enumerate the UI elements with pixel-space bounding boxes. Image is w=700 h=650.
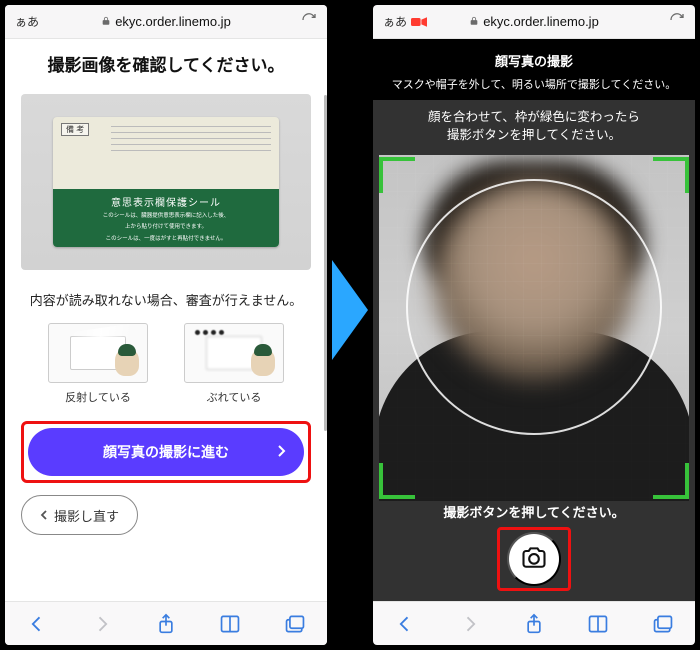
flow-arrow-icon [332,260,368,360]
nav-forward-icon [459,613,481,635]
bad-examples: 反射している ぶれている [19,323,313,405]
card-lines [111,121,271,156]
card-green-line2: 上から貼り付けて使用できます。 [53,223,279,231]
selfie-tip2b: 撮影ボタンを押してください。 [373,126,695,144]
selfie-tip2a: 顔を合わせて、枠が緑色に変わったら [373,108,695,126]
address-bar: ぁあ ekyc.order.linemo.jp [5,5,327,39]
proceed-label: 顔写真の撮影に進む [103,442,229,462]
page-title: 撮影画像を確認してください。 [19,51,313,76]
url-display[interactable]: ekyc.order.linemo.jp [469,14,599,29]
shutter-button[interactable] [507,532,561,586]
nav-back-icon[interactable] [394,613,416,635]
share-icon[interactable] [155,613,177,635]
card-green-line1: このシールは、臓器提供意思表示欄に記入した後、 [53,212,279,220]
example-reflect: 反射している [48,323,148,405]
retake-button[interactable]: 撮影し直す [21,495,138,535]
chevron-right-icon [276,444,286,460]
tabs-icon[interactable] [284,613,306,635]
url-text: ekyc.order.linemo.jp [115,14,231,29]
phone-left: ぁあ ekyc.order.linemo.jp 撮影画像を確認してください。 備… [5,5,327,645]
face-guide-circle [406,179,662,435]
lock-icon [101,14,111,29]
url-text: ekyc.order.linemo.jp [483,14,599,29]
reflect-thumb [48,323,148,383]
card-top-label: 備 考 [61,123,89,136]
phone-right: ぁあ ekyc.order.linemo.jp 顔写真の撮影 マスクや帽子を外し… [373,5,695,645]
highlight-proceed: 顔写真の撮影に進む [21,421,311,483]
nav-back-icon[interactable] [26,613,48,635]
text-size-control[interactable]: ぁあ [15,13,39,30]
safari-bottom-nav [373,601,695,645]
blurry-label: ぶれている [184,389,284,405]
lock-icon [469,14,479,29]
text-size-control[interactable]: ぁあ [383,13,407,30]
recording-indicator-icon [411,16,427,28]
tabs-icon[interactable] [652,613,674,635]
refresh-icon[interactable] [301,12,317,31]
retake-label: 撮影し直す [54,506,119,525]
confirm-screen: 撮影画像を確認してください。 備 考 意思表示欄保護シール このシールは、臓器提… [5,39,327,601]
selfie-capture-screen: 顔写真の撮影 マスクや帽子を外して、明るい場所で撮影してください。 顔を合わせて… [373,39,695,601]
captured-image-preview: 備 考 意思表示欄保護シール このシールは、臓器提供意思表示欄に記入した後、 上… [21,94,311,270]
nav-forward-icon [91,613,113,635]
address-bar: ぁあ ekyc.order.linemo.jp [373,5,695,39]
blurry-thumb [184,323,284,383]
camera-icon [520,546,548,573]
bookmarks-icon[interactable] [219,613,241,635]
card-green-title: 意思表示欄保護シール [53,194,279,209]
press-instruction: 撮影ボタンを押してください。 [373,502,695,521]
document-card: 備 考 意思表示欄保護シール このシールは、臓器提供意思表示欄に記入した後、 上… [53,117,279,247]
selfie-title: 顔写真の撮影 [373,39,695,76]
safari-bottom-nav [5,601,327,645]
reflect-label: 反射している [48,389,148,405]
share-icon[interactable] [523,613,545,635]
proceed-face-photo-button[interactable]: 顔写真の撮影に進む [28,428,304,476]
scrollbar[interactable] [324,95,327,431]
refresh-icon[interactable] [669,12,685,31]
card-green-band: 意思表示欄保護シール このシールは、臓器提供意思表示欄に記入した後、 上から貼り… [53,189,279,247]
bookmarks-icon[interactable] [587,613,609,635]
card-green-line3: このシールは、一度はがすと再貼付できません。 [53,235,279,243]
unreadable-warning: 内容が読み取れない場合、審査が行えません。 [19,290,313,309]
example-blurry: ぶれている [184,323,284,405]
highlight-shutter [497,527,571,591]
chevron-left-icon [40,508,48,523]
selfie-tip2: 顔を合わせて、枠が緑色に変わったら 撮影ボタンを押してください。 [373,100,695,148]
selfie-tip1: マスクや帽子を外して、明るい場所で撮影してください。 [373,76,695,100]
url-display[interactable]: ekyc.order.linemo.jp [101,14,231,29]
